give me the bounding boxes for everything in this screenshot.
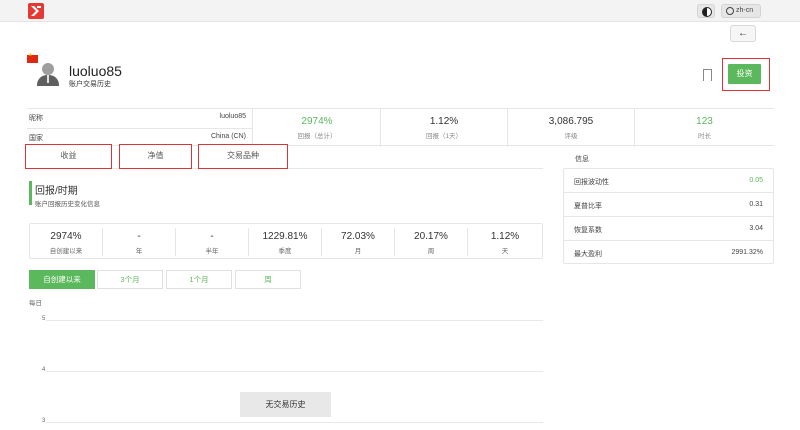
theme-toggle-button[interactable] [697,4,715,18]
return-year: - 年 [103,228,176,256]
stat-total-return: 2974% 回报（总计） [254,109,381,147]
returns-title: 回报/时期 [35,186,78,197]
chart-tick: 5 [42,316,46,322]
side-row-max-profit: 最大盈利 2991.32% [574,249,763,258]
return-since-inception: 2974% 自创建以来 [30,228,103,256]
section-accent-bar [29,181,32,205]
stat-daily-return: 1.12% 回报（1天） [381,109,508,147]
return-week: 20.17% 周 [395,228,468,256]
avatar [35,62,61,86]
chart-gridline [46,422,543,423]
chart-gridline [46,371,543,372]
stat-duration: 123 时长 [696,116,713,140]
period-since-inception-button[interactable]: 自创建以来 [29,270,95,289]
language-label: zh-cn [736,7,754,14]
account-info-strip: 昵称 luoluo85 国家 China (CN) 2974% 回报（总计） 1… [27,108,774,147]
chart-gridline [46,320,543,321]
bookmark-icon[interactable] [703,69,712,82]
logo-icon[interactable] [28,3,44,19]
return-month: 72.03% 月 [322,228,395,256]
tab-profit[interactable]: 收益 [25,144,112,169]
side-info-title: 信息 [575,156,589,163]
profile-subtitle: 账户交易历史 [69,81,111,88]
return-half-year: - 半年 [176,228,249,256]
side-row-recovery: 恢复系数 3.04 [564,217,773,241]
username: luoluo85 [69,63,122,79]
tab-symbols[interactable]: 交易品种 [198,144,288,169]
return-day: 1.12% 天 [490,231,520,255]
globe-icon [726,7,734,15]
language-button[interactable]: zh-cn [721,4,761,18]
top-bar: zh-cn [0,0,800,22]
return-quarter: 1229.81% 季度 [249,228,322,256]
invest-button[interactable]: 投资 [728,64,761,84]
chart-tick: 3 [42,418,46,424]
period-1-month-button[interactable]: 1个月 [166,270,232,289]
no-trade-history-message: 无交易历史 [240,392,331,417]
side-row-volatility: 回报波动性 0.05 [564,169,773,193]
back-button[interactable]: ← [730,25,756,42]
chart-tick: 4 [42,367,46,373]
account-info: 昵称 luoluo85 国家 China (CN) [27,109,253,147]
returns-subtitle: 账户回报历史变化信息 [35,201,100,208]
side-info-panel: 回报波动性 0.05 夏普比率 0.31 恢复系数 3.04 最大盈利 2991… [563,168,774,264]
chart-period-label: 每日 [29,300,42,307]
side-row-sharpe: 夏普比率 0.31 [564,193,773,217]
info-row-nickname: 昵称 luoluo85 [29,113,246,122]
returns-summary: 2974% 自创建以来 - 年 - 半年 1229.81% 季度 72.03% … [29,223,543,259]
tab-equity[interactable]: 净值 [119,144,192,169]
period-3-months-button[interactable]: 3个月 [97,270,163,289]
stat-rating: 3,086.795 评级 [508,109,635,147]
period-week-button[interactable]: 周 [235,270,301,289]
